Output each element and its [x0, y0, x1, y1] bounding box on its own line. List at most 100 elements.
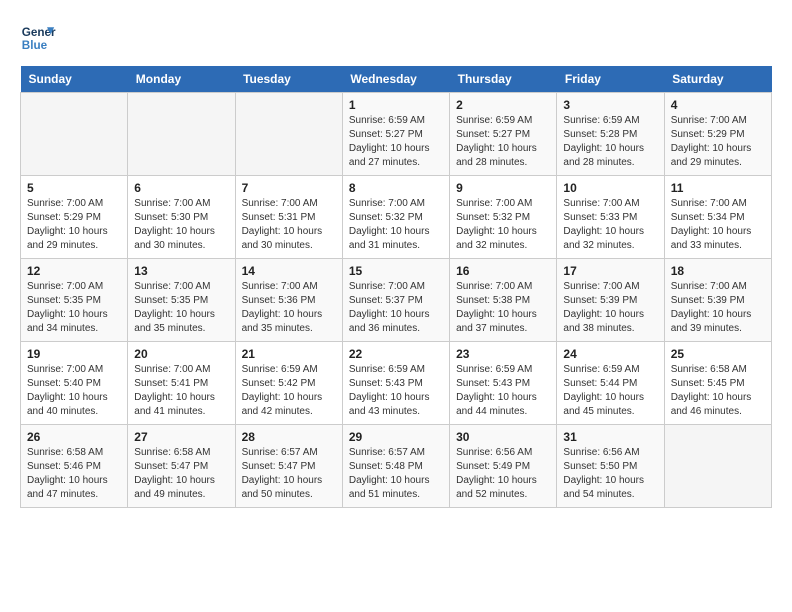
day-info: Sunrise: 7:00 AM Sunset: 5:37 PM Dayligh… [349, 280, 443, 336]
calendar-cell: 26 Sunrise: 6:58 AM Sunset: 5:46 PM Dayli… [21, 425, 128, 508]
calendar-cell [21, 93, 128, 176]
calendar-week-row: 5Sunrise: 7:00 AM Sunset: 5:29 PM Daylig… [21, 176, 772, 259]
day-info: Sunrise: 6:59 AM Sunset: 5:27 PM Dayligh… [456, 114, 550, 170]
day-number: 14 [242, 264, 336, 278]
calendar-cell: 31 Sunrise: 6:56 AM Sunset: 5:50 PM Dayli… [557, 425, 664, 508]
calendar-cell [235, 93, 342, 176]
day-info: Sunrise: 7:00 AM Sunset: 5:32 PM Dayligh… [349, 197, 443, 253]
calendar-cell: 23 Sunrise: 6:59 AM Sunset: 5:43 PM Dayli… [450, 342, 557, 425]
calendar-cell: 2 Sunrise: 6:59 AM Sunset: 5:27 PM Daylig… [450, 93, 557, 176]
day-info: Sunrise: 6:56 AM Sunset: 5:49 PM Dayligh… [456, 446, 550, 502]
day-number: 24 [563, 347, 657, 361]
calendar-cell: 28Sunrise: 6:57 AM Sunset: 5:47 PM Dayli… [235, 425, 342, 508]
day-info: Sunrise: 7:00 AM Sunset: 5:36 PM Dayligh… [242, 280, 336, 336]
day-info: Sunrise: 6:58 AM Sunset: 5:45 PM Dayligh… [671, 363, 765, 419]
calendar-cell: 9Sunrise: 7:00 AM Sunset: 5:32 PM Daylig… [450, 176, 557, 259]
calendar-cell [128, 93, 235, 176]
day-info: Sunrise: 7:00 AM Sunset: 5:39 PM Dayligh… [563, 280, 657, 336]
day-info: Sunrise: 7:00 AM Sunset: 5:41 PM Dayligh… [134, 363, 228, 419]
calendar-cell [664, 425, 771, 508]
weekday-header-tuesday: Tuesday [235, 66, 342, 93]
day-number: 2 [456, 98, 550, 112]
day-number: 21 [242, 347, 336, 361]
day-info: Sunrise: 6:57 AM Sunset: 5:48 PM Dayligh… [349, 446, 443, 502]
day-number: 15 [349, 264, 443, 278]
day-number: 17 [563, 264, 657, 278]
calendar-cell: 14 Sunrise: 7:00 AM Sunset: 5:36 PM Dayli… [235, 259, 342, 342]
header: General Blue [20, 20, 772, 56]
day-info: Sunrise: 6:58 AM Sunset: 5:47 PM Dayligh… [134, 446, 228, 502]
calendar-week-row: 1 Sunrise: 6:59 AM Sunset: 5:27 PM Daylig… [21, 93, 772, 176]
day-info: Sunrise: 6:59 AM Sunset: 5:27 PM Dayligh… [349, 114, 443, 170]
logo-icon: General Blue [20, 20, 56, 56]
weekday-header-thursday: Thursday [450, 66, 557, 93]
day-info: Sunrise: 6:59 AM Sunset: 5:42 PM Dayligh… [242, 363, 336, 419]
day-info: Sunrise: 6:59 AM Sunset: 5:43 PM Dayligh… [349, 363, 443, 419]
day-info: Sunrise: 6:59 AM Sunset: 5:43 PM Dayligh… [456, 363, 550, 419]
calendar-cell: 15 Sunrise: 7:00 AM Sunset: 5:37 PM Dayli… [342, 259, 449, 342]
calendar-week-row: 19 Sunrise: 7:00 AM Sunset: 5:40 PM Dayli… [21, 342, 772, 425]
day-number: 19 [27, 347, 121, 361]
calendar-cell: 27 Sunrise: 6:58 AM Sunset: 5:47 PM Dayli… [128, 425, 235, 508]
calendar-cell: 22 Sunrise: 6:59 AM Sunset: 5:43 PM Dayli… [342, 342, 449, 425]
calendar-cell: 10 Sunrise: 7:00 AM Sunset: 5:33 PM Dayli… [557, 176, 664, 259]
weekday-header-friday: Friday [557, 66, 664, 93]
day-number: 5 [27, 181, 121, 195]
calendar-cell: 11Sunrise: 7:00 AM Sunset: 5:34 PM Dayli… [664, 176, 771, 259]
day-number: 22 [349, 347, 443, 361]
calendar-cell: 4Sunrise: 7:00 AM Sunset: 5:29 PM Daylig… [664, 93, 771, 176]
calendar-cell: 6 Sunrise: 7:00 AM Sunset: 5:30 PM Daylig… [128, 176, 235, 259]
calendar-cell: 7 Sunrise: 7:00 AM Sunset: 5:31 PM Daylig… [235, 176, 342, 259]
logo: General Blue [20, 20, 60, 56]
weekday-header-row: SundayMondayTuesdayWednesdayThursdayFrid… [21, 66, 772, 93]
day-info: Sunrise: 6:56 AM Sunset: 5:50 PM Dayligh… [563, 446, 657, 502]
day-number: 28 [242, 430, 336, 444]
day-info: Sunrise: 6:58 AM Sunset: 5:46 PM Dayligh… [27, 446, 121, 502]
calendar-cell: 30 Sunrise: 6:56 AM Sunset: 5:49 PM Dayli… [450, 425, 557, 508]
svg-text:Blue: Blue [22, 39, 48, 52]
calendar-cell: 24 Sunrise: 6:59 AM Sunset: 5:44 PM Dayli… [557, 342, 664, 425]
day-info: Sunrise: 7:00 AM Sunset: 5:35 PM Dayligh… [134, 280, 228, 336]
day-info: Sunrise: 7:00 AM Sunset: 5:30 PM Dayligh… [134, 197, 228, 253]
day-number: 27 [134, 430, 228, 444]
day-number: 25 [671, 347, 765, 361]
day-info: Sunrise: 7:00 AM Sunset: 5:35 PM Dayligh… [27, 280, 121, 336]
day-number: 29 [349, 430, 443, 444]
day-number: 16 [456, 264, 550, 278]
day-info: Sunrise: 7:00 AM Sunset: 5:33 PM Dayligh… [563, 197, 657, 253]
calendar-cell: 19 Sunrise: 7:00 AM Sunset: 5:40 PM Dayli… [21, 342, 128, 425]
calendar-cell: 8Sunrise: 7:00 AM Sunset: 5:32 PM Daylig… [342, 176, 449, 259]
day-number: 31 [563, 430, 657, 444]
weekday-header-monday: Monday [128, 66, 235, 93]
day-number: 10 [563, 181, 657, 195]
calendar-cell: 25 Sunrise: 6:58 AM Sunset: 5:45 PM Dayli… [664, 342, 771, 425]
day-number: 13 [134, 264, 228, 278]
day-info: Sunrise: 6:59 AM Sunset: 5:28 PM Dayligh… [563, 114, 657, 170]
day-number: 11 [671, 181, 765, 195]
day-info: Sunrise: 7:00 AM Sunset: 5:31 PM Dayligh… [242, 197, 336, 253]
day-number: 30 [456, 430, 550, 444]
calendar-cell: 21 Sunrise: 6:59 AM Sunset: 5:42 PM Dayli… [235, 342, 342, 425]
day-number: 23 [456, 347, 550, 361]
day-number: 6 [134, 181, 228, 195]
calendar-cell: 18Sunrise: 7:00 AM Sunset: 5:39 PM Dayli… [664, 259, 771, 342]
day-info: Sunrise: 6:59 AM Sunset: 5:44 PM Dayligh… [563, 363, 657, 419]
calendar-week-row: 12Sunrise: 7:00 AM Sunset: 5:35 PM Dayli… [21, 259, 772, 342]
calendar-cell: 16Sunrise: 7:00 AM Sunset: 5:38 PM Dayli… [450, 259, 557, 342]
day-number: 4 [671, 98, 765, 112]
calendar-cell: 13 Sunrise: 7:00 AM Sunset: 5:35 PM Dayli… [128, 259, 235, 342]
day-number: 7 [242, 181, 336, 195]
calendar-cell: 3 Sunrise: 6:59 AM Sunset: 5:28 PM Daylig… [557, 93, 664, 176]
weekday-header-sunday: Sunday [21, 66, 128, 93]
day-number: 18 [671, 264, 765, 278]
calendar-cell: 12Sunrise: 7:00 AM Sunset: 5:35 PM Dayli… [21, 259, 128, 342]
day-info: Sunrise: 7:00 AM Sunset: 5:40 PM Dayligh… [27, 363, 121, 419]
day-number: 26 [27, 430, 121, 444]
calendar-table: SundayMondayTuesdayWednesdayThursdayFrid… [20, 66, 772, 508]
day-number: 20 [134, 347, 228, 361]
calendar-cell: 20 Sunrise: 7:00 AM Sunset: 5:41 PM Dayli… [128, 342, 235, 425]
day-number: 3 [563, 98, 657, 112]
calendar-week-row: 26 Sunrise: 6:58 AM Sunset: 5:46 PM Dayli… [21, 425, 772, 508]
weekday-header-wednesday: Wednesday [342, 66, 449, 93]
day-number: 1 [349, 98, 443, 112]
